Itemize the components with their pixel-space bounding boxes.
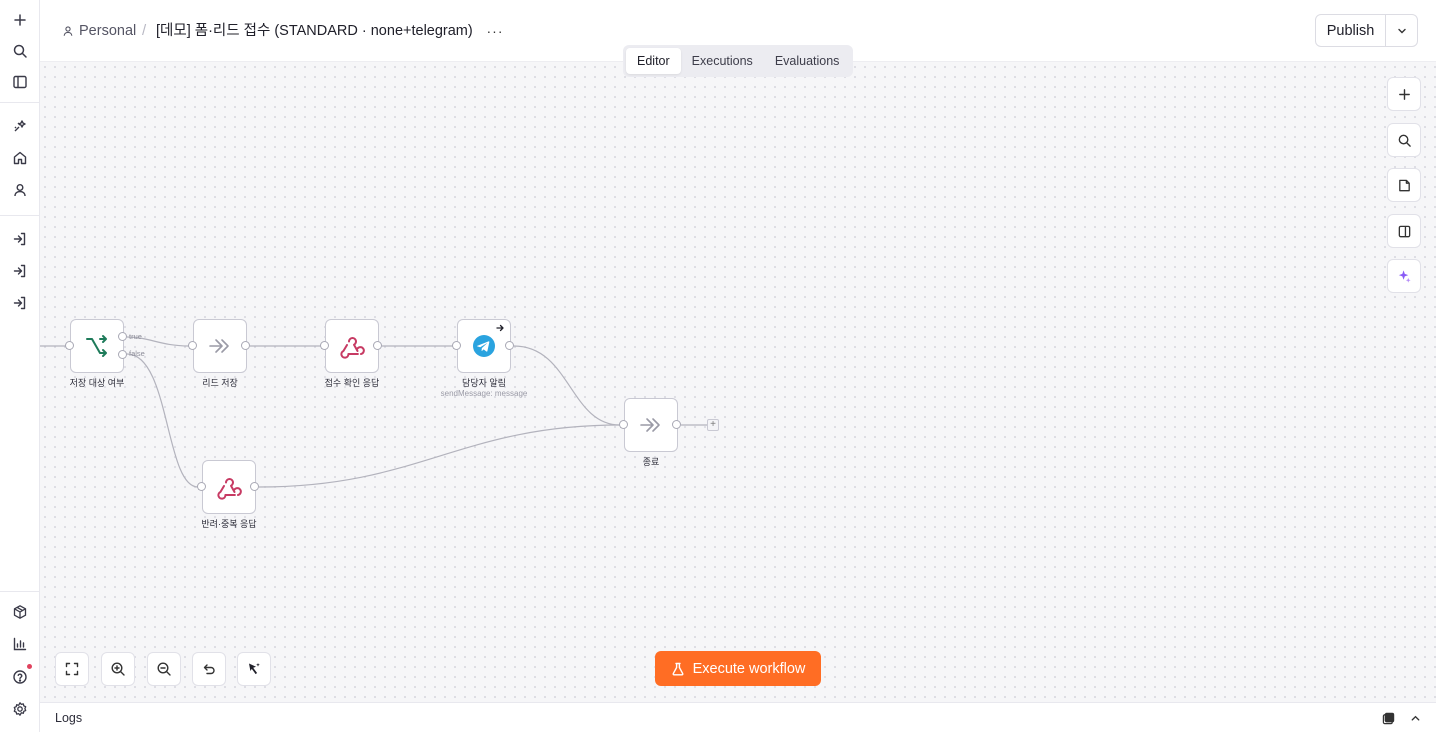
left-sidebar [0, 0, 40, 732]
node-label: 반려·중복 응답 [201, 519, 257, 529]
sticky-note-button[interactable] [1387, 168, 1421, 202]
node-subtitle: sendMessage: message [440, 389, 528, 398]
connection-false [126, 353, 199, 488]
zoom-out-icon [157, 662, 171, 676]
edge-label-true: true [129, 332, 142, 341]
add-node-handle[interactable]: + [707, 419, 719, 431]
pop-out-icon [1382, 712, 1394, 724]
output-port[interactable] [373, 341, 382, 350]
breadcrumb-project-label: Personal [79, 23, 137, 39]
input-port[interactable] [619, 420, 628, 429]
search-icon [1398, 134, 1411, 147]
ai-assistant-button[interactable] [1387, 259, 1421, 293]
tab-editor[interactable]: Editor [626, 48, 681, 74]
node-label: 종료 [642, 457, 660, 467]
connection [258, 424, 621, 488]
workflow-title[interactable]: [데모] 폼·리드 접수 (STANDARD · none+telegram) [156, 22, 473, 40]
zoom-in-icon [111, 662, 125, 676]
logs-bar[interactable]: Logs [40, 702, 1436, 732]
noop-arrow-icon [640, 418, 660, 432]
output-port[interactable] [672, 420, 681, 429]
project-enter-icon[interactable] [6, 257, 34, 285]
node-end[interactable] [624, 398, 678, 452]
notification-dot [27, 664, 32, 669]
input-port[interactable] [197, 482, 206, 491]
settings-icon[interactable] [6, 695, 34, 723]
tidy-up-button[interactable] [237, 652, 271, 686]
output-port[interactable] [241, 341, 250, 350]
output-port[interactable] [250, 482, 259, 491]
add-node-button[interactable] [1387, 77, 1421, 111]
search-icon[interactable] [6, 37, 34, 65]
publish-dropdown-button[interactable] [1386, 15, 1417, 46]
publish-button[interactable]: Publish [1316, 15, 1386, 46]
workflow-canvas[interactable]: true false 저장 대상 여부 리드 저장 접수 확인 응답 담당자 알… [40, 62, 1436, 702]
expand-logs-button[interactable] [1407, 710, 1423, 726]
pop-out-logs-button[interactable] [1380, 710, 1396, 726]
edge-label-false: false [129, 349, 145, 358]
undo-icon [203, 664, 215, 675]
zoom-out-button[interactable] [147, 652, 181, 686]
fit-view-button[interactable] [55, 652, 89, 686]
sidebar-toggle-icon[interactable] [6, 68, 34, 96]
project-enter-icon[interactable] [6, 289, 34, 317]
noop-arrow-icon [209, 339, 229, 353]
execute-workflow-label: Execute workflow [692, 660, 806, 677]
user-icon[interactable] [6, 176, 34, 204]
node-label: 담당자 알림 [462, 378, 506, 388]
webhook-icon [217, 478, 242, 500]
input-port[interactable] [65, 341, 74, 350]
search-nodes-button[interactable] [1387, 123, 1421, 157]
input-port[interactable] [452, 341, 461, 350]
add-icon [1398, 88, 1410, 100]
view-tabs: Editor Executions Evaluations [623, 45, 853, 77]
more-options-button[interactable]: ··· [484, 20, 506, 42]
chevron-up-icon [1411, 715, 1419, 721]
telegram-icon [473, 335, 495, 357]
reset-zoom-button[interactable] [192, 652, 226, 686]
webhook-icon [340, 337, 365, 359]
output-port[interactable] [505, 341, 514, 350]
output-port-false[interactable] [118, 350, 127, 359]
fit-view-icon [65, 662, 79, 676]
if-branch-icon [86, 335, 107, 357]
workflow-editor: Personal / [데모] 폼·리드 접수 (STANDARD · none… [0, 0, 1436, 732]
node-lead-save[interactable] [193, 319, 247, 373]
sticky-note-icon [1398, 179, 1410, 191]
tab-executions[interactable]: Executions [681, 48, 764, 74]
packages-icon[interactable] [6, 598, 34, 626]
node-label: 접수 확인 응답 [324, 378, 380, 388]
toggle-panel-button[interactable] [1387, 214, 1421, 248]
ai-sparkle-icon [1398, 269, 1411, 283]
node-label: 저장 대상 여부 [69, 378, 125, 388]
input-port[interactable] [320, 341, 329, 350]
tab-evaluations[interactable]: Evaluations [764, 48, 851, 74]
publish-group: Publish [1315, 14, 1418, 47]
templates-icon[interactable] [6, 112, 34, 140]
flask-icon [672, 662, 684, 675]
node-if-save-target[interactable] [70, 319, 124, 373]
add-icon[interactable] [6, 6, 34, 34]
node-reject-response[interactable] [202, 460, 256, 514]
tidy-up-icon [249, 663, 260, 675]
logs-label: Logs [55, 711, 83, 725]
insights-icon[interactable] [6, 630, 34, 658]
output-port-true[interactable] [118, 332, 127, 341]
node-receipt-response[interactable] [325, 319, 379, 373]
project-enter-icon[interactable] [6, 225, 34, 253]
home-icon[interactable] [6, 144, 34, 172]
action-arrow-icon [496, 324, 504, 332]
breadcrumb-separator: / [142, 22, 147, 39]
execute-workflow-button[interactable]: Execute workflow [655, 651, 821, 686]
node-label: 리드 저장 [202, 378, 238, 388]
chevron-down-icon [1397, 28, 1406, 33]
breadcrumb-project[interactable]: Personal [62, 22, 136, 40]
input-port[interactable] [188, 341, 197, 350]
user-icon [63, 26, 73, 36]
panel-icon [1398, 225, 1410, 237]
zoom-in-button[interactable] [101, 652, 135, 686]
